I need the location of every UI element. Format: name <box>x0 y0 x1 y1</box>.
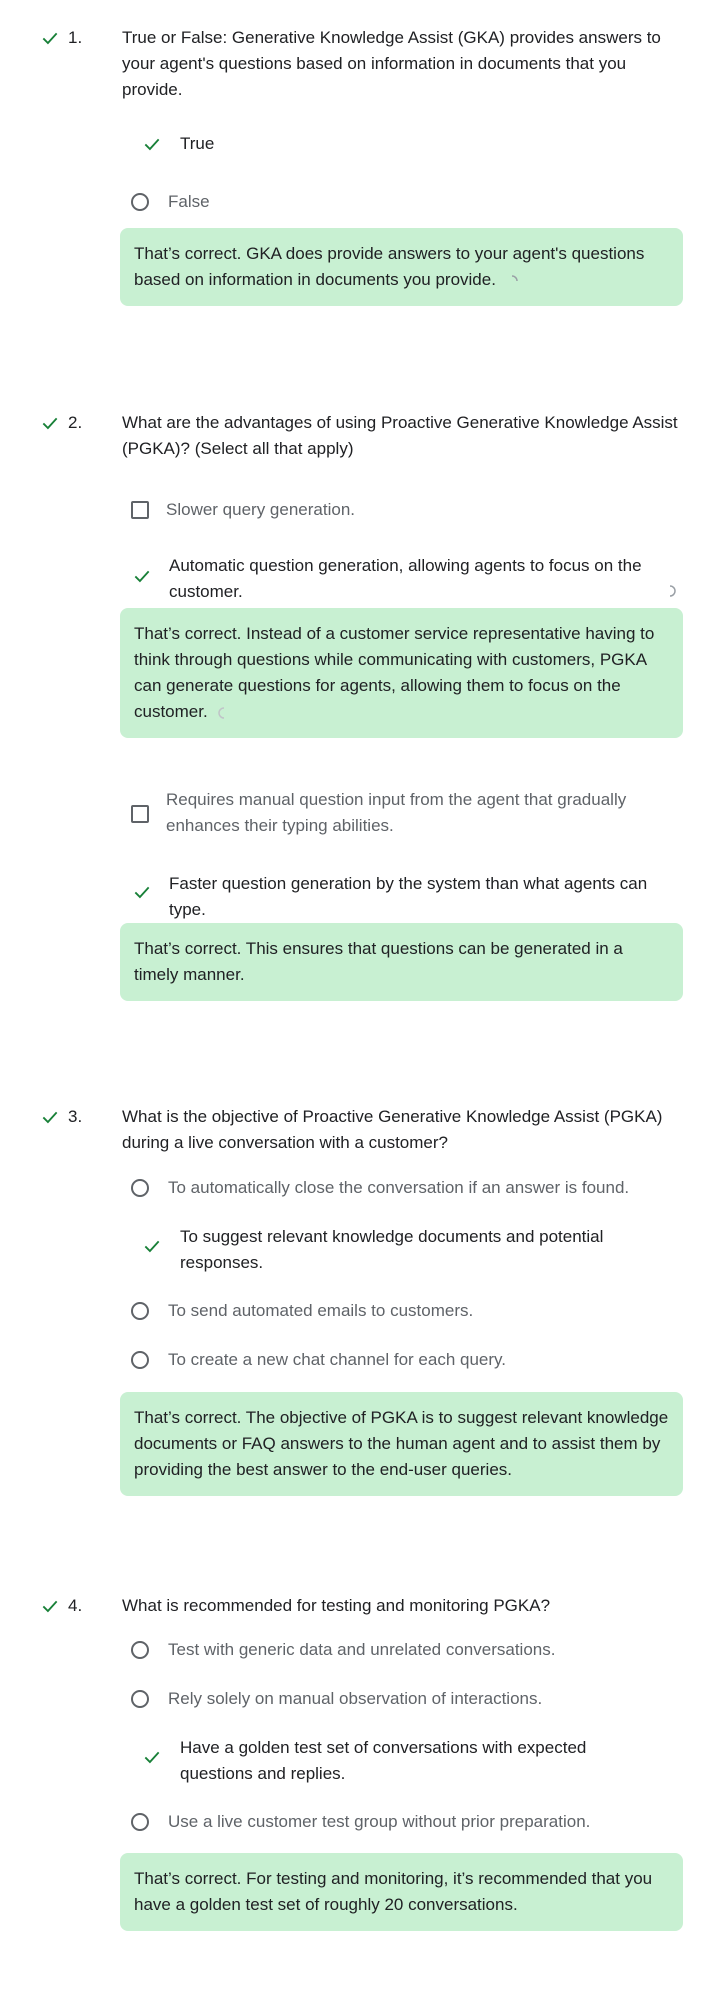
correct-feedback: That’s correct. Instead of a customer se… <box>120 608 683 738</box>
radio-button[interactable] <box>131 1813 149 1831</box>
question-correct-check-icon <box>42 1600 58 1613</box>
answer-option[interactable]: Slower query generation. <box>166 497 355 523</box>
correct-feedback: That’s correct. For testing and monitori… <box>120 1853 683 1931</box>
feedback-text: That’s correct. The objective of PGKA is… <box>134 1408 669 1479</box>
question-correct-check-icon <box>42 32 58 45</box>
answer-option[interactable]: To create a new chat channel for each qu… <box>168 1347 506 1373</box>
selected-option-check-icon <box>134 886 150 899</box>
radio-button[interactable] <box>131 1302 149 1320</box>
answer-option[interactable]: Use a live customer test group without p… <box>168 1809 590 1835</box>
radio-button[interactable] <box>131 1179 149 1197</box>
answer-option[interactable]: Requires manual question input from the … <box>166 787 676 839</box>
answer-option[interactable]: To suggest relevant knowledge documents … <box>180 1224 660 1276</box>
radio-button[interactable] <box>131 1690 149 1708</box>
radio-button[interactable] <box>131 1641 149 1659</box>
selected-option-check-icon <box>144 1240 160 1253</box>
feedback-text: That’s correct. GKA does provide answers… <box>134 244 645 289</box>
correct-feedback: That’s correct. GKA does provide answers… <box>120 228 683 306</box>
loading-spinner-icon <box>217 706 224 719</box>
correct-feedback: That’s correct. The objective of PGKA is… <box>120 1392 683 1496</box>
radio-button[interactable] <box>131 193 149 211</box>
feedback-text: That’s correct. Instead of a customer se… <box>134 624 655 721</box>
correct-feedback: That’s correct. This ensures that questi… <box>120 923 683 1001</box>
question-number: 1. <box>68 28 83 47</box>
checkbox[interactable] <box>131 501 149 519</box>
answer-option[interactable]: Have a golden test set of conversations … <box>180 1735 660 1787</box>
question-number: 4. <box>68 1596 83 1615</box>
answer-option[interactable]: Test with generic data and unrelated con… <box>168 1637 555 1663</box>
selected-option-check-icon <box>144 1751 160 1764</box>
answer-option-false[interactable]: False <box>168 189 210 215</box>
answer-option[interactable]: Automatic question generation, allowing … <box>169 553 669 605</box>
question-text: True or False: Generative Knowledge Assi… <box>122 28 661 99</box>
selected-option-check-icon <box>144 138 160 151</box>
checkbox[interactable] <box>131 805 149 823</box>
question-text: What are the advantages of using Proacti… <box>122 413 678 458</box>
radio-button[interactable] <box>131 1351 149 1369</box>
answer-option[interactable]: Rely solely on manual observation of int… <box>168 1686 542 1712</box>
answer-option-true[interactable]: True <box>180 131 214 157</box>
selected-option-check-icon <box>134 570 150 583</box>
loading-spinner-icon <box>511 274 518 281</box>
question-text: What is the objective of Proactive Gener… <box>122 1107 663 1152</box>
question-correct-check-icon <box>42 1111 58 1124</box>
question-number: 2. <box>68 413 83 432</box>
feedback-text: That’s correct. This ensures that questi… <box>134 939 623 984</box>
question-text: What is recommended for testing and moni… <box>122 1596 551 1615</box>
answer-option[interactable]: Faster question generation by the system… <box>169 871 679 923</box>
answer-option[interactable]: To automatically close the conversation … <box>168 1175 629 1201</box>
feedback-text: That’s correct. For testing and monitori… <box>134 1869 653 1914</box>
question-correct-check-icon <box>42 417 58 430</box>
loading-spinner-icon <box>669 585 676 597</box>
answer-option[interactable]: To send automated emails to customers. <box>168 1298 473 1324</box>
question-number: 3. <box>68 1107 83 1126</box>
